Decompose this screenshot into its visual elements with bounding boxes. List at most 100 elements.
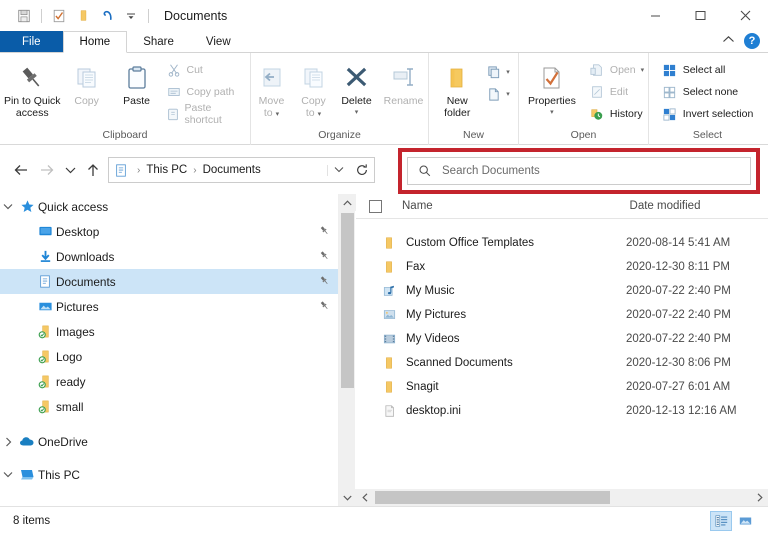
table-row[interactable]: Custom Office Templates 2020-08-14 5:41 … xyxy=(356,231,768,255)
folder-icon xyxy=(378,236,400,250)
pin-icon[interactable] xyxy=(319,250,330,264)
edit-button[interactable]: Edit xyxy=(585,82,648,102)
properties-check-icon[interactable] xyxy=(47,4,71,28)
pin-to-quick-access-button[interactable]: Pin to Quick access xyxy=(3,57,62,119)
chevron-down-icon[interactable] xyxy=(0,203,16,210)
scroll-down-arrow-icon[interactable] xyxy=(339,489,356,506)
search-box[interactable]: Search Documents xyxy=(407,157,751,185)
table-row[interactable]: Scanned Documents 2020-12-30 8:06 PM xyxy=(356,351,768,375)
sidebar-item-images[interactable]: Images xyxy=(0,319,338,344)
scrollbar-thumb[interactable] xyxy=(341,213,354,388)
easy-access-caret-icon[interactable]: ▾ xyxy=(506,90,510,98)
history-button[interactable]: History xyxy=(585,104,648,124)
scroll-left-arrow-icon[interactable] xyxy=(356,489,373,506)
properties-button[interactable]: Properties ▾ xyxy=(519,57,585,119)
edit-icon xyxy=(589,84,605,100)
sidebar-item-documents[interactable]: Documents xyxy=(0,269,338,294)
cut-button[interactable]: Cut xyxy=(162,60,248,80)
open-button[interactable]: Open ▾ xyxy=(585,60,648,80)
chevron-right-icon[interactable] xyxy=(0,437,16,447)
invert-selection-button[interactable]: Invert selection xyxy=(658,104,758,124)
refresh-button[interactable] xyxy=(349,157,375,183)
back-button[interactable] xyxy=(8,157,34,183)
copy-to-button[interactable]: Copy to ▾ xyxy=(293,57,335,121)
search-input[interactable]: Search Documents xyxy=(442,165,540,177)
move-to-icon xyxy=(258,61,286,95)
delete-caret-icon[interactable]: ▾ xyxy=(355,107,359,119)
select-none-button[interactable]: Select none xyxy=(658,82,758,102)
file-list-pane: Name Date modified Custom Office Templat… xyxy=(356,194,768,488)
scroll-right-arrow-icon[interactable] xyxy=(751,489,768,506)
pin-icon[interactable] xyxy=(319,300,330,314)
forward-button[interactable] xyxy=(34,157,60,183)
sidebar-item-quick-access[interactable]: Quick access xyxy=(0,194,338,219)
sidebar-item-onedrive[interactable]: OneDrive xyxy=(0,429,338,454)
close-button[interactable] xyxy=(723,0,768,31)
sidebar-item-logo[interactable]: Logo xyxy=(0,344,338,369)
scroll-up-arrow-icon[interactable] xyxy=(339,194,356,211)
maximize-button[interactable] xyxy=(678,0,723,31)
new-folder-icon[interactable] xyxy=(71,4,95,28)
tab-share[interactable]: Share xyxy=(127,31,190,53)
up-button[interactable] xyxy=(80,157,106,183)
paste-button[interactable]: Paste xyxy=(112,57,162,107)
new-item-button[interactable]: ▾ xyxy=(481,62,514,82)
table-row[interactable]: My Pictures 2020-07-22 2:40 PM xyxy=(356,303,768,327)
recent-locations-button[interactable] xyxy=(60,157,80,183)
ribbon-tab-strip: File Home Share View xyxy=(0,31,768,53)
breadcrumb-documents[interactable]: Documents xyxy=(201,164,263,176)
easy-access-button[interactable]: ▾ xyxy=(481,84,514,104)
table-row[interactable]: My Videos 2020-07-22 2:40 PM xyxy=(356,327,768,351)
sidebar-item-downloads[interactable]: Downloads xyxy=(0,244,338,269)
ribbon-panel: Pin to Quick access Copy Paste xyxy=(0,53,768,145)
column-header-date-modified[interactable]: Date modified xyxy=(630,200,768,212)
rename-button[interactable]: Rename xyxy=(379,57,429,107)
minimize-button[interactable] xyxy=(633,0,678,31)
new-item-caret-icon[interactable]: ▾ xyxy=(506,68,510,76)
table-row[interactable]: My Music 2020-07-22 2:40 PM xyxy=(356,279,768,303)
tab-home[interactable]: Home xyxy=(63,31,128,53)
delete-button[interactable]: Delete ▾ xyxy=(335,57,379,119)
copy-path-button[interactable]: Copy path xyxy=(162,82,248,102)
chevron-down-icon[interactable] xyxy=(0,471,16,478)
undo-icon[interactable] xyxy=(95,4,119,28)
select-all-icon xyxy=(662,62,678,78)
sidebar-item-desktop[interactable]: Desktop xyxy=(0,219,338,244)
sidebar-item-ready[interactable]: ready xyxy=(0,369,338,394)
select-all-checkbox[interactable] xyxy=(369,200,382,213)
file-list-horizontal-scrollbar[interactable] xyxy=(356,489,768,506)
address-bar[interactable]: › This PC › Documents xyxy=(108,157,350,183)
customize-caret-icon[interactable] xyxy=(119,4,143,28)
tab-view[interactable]: View xyxy=(190,31,247,53)
properties-caret-icon[interactable]: ▾ xyxy=(550,107,554,119)
table-row[interactable]: Snagit 2020-07-27 6:01 AM xyxy=(356,375,768,399)
sidebar-item-small[interactable]: small xyxy=(0,394,338,419)
table-row[interactable]: Fax 2020-12-30 8:11 PM xyxy=(356,255,768,279)
select-all-button[interactable]: Select all xyxy=(658,60,758,80)
move-to-button[interactable]: Move to ▾ xyxy=(251,57,293,121)
tab-file[interactable]: File xyxy=(0,31,63,53)
new-folder-button[interactable]: New folder xyxy=(433,57,481,119)
scrollbar-thumb[interactable] xyxy=(375,491,610,504)
history-label: History xyxy=(610,108,643,120)
paste-shortcut-button[interactable]: Paste shortcut xyxy=(162,104,248,124)
copy-icon xyxy=(73,61,101,95)
help-icon[interactable]: ? xyxy=(744,33,760,49)
table-row[interactable]: desktop.ini 2020-12-13 12:16 AM xyxy=(356,399,768,423)
navigation-pane-scrollbar[interactable] xyxy=(338,194,355,506)
chevron-up-icon[interactable] xyxy=(722,35,735,47)
sidebar-item-pictures[interactable]: Pictures xyxy=(0,294,338,319)
save-icon[interactable] xyxy=(12,4,36,28)
breadcrumb-this-pc[interactable]: This PC xyxy=(144,164,189,176)
column-header-name[interactable]: Name xyxy=(382,200,630,212)
copy-button[interactable]: Copy xyxy=(62,57,112,107)
toolbar-divider xyxy=(41,9,42,23)
pin-icon[interactable] xyxy=(319,225,330,239)
address-dropdown-icon[interactable] xyxy=(327,165,349,176)
large-icons-view-button[interactable] xyxy=(734,511,756,531)
new-group-label: New xyxy=(433,127,514,143)
sidebar-item-this-pc[interactable]: This PC xyxy=(0,462,338,487)
pin-icon[interactable] xyxy=(319,275,330,289)
details-view-button[interactable] xyxy=(710,511,732,531)
open-caret-icon[interactable]: ▾ xyxy=(641,66,645,74)
